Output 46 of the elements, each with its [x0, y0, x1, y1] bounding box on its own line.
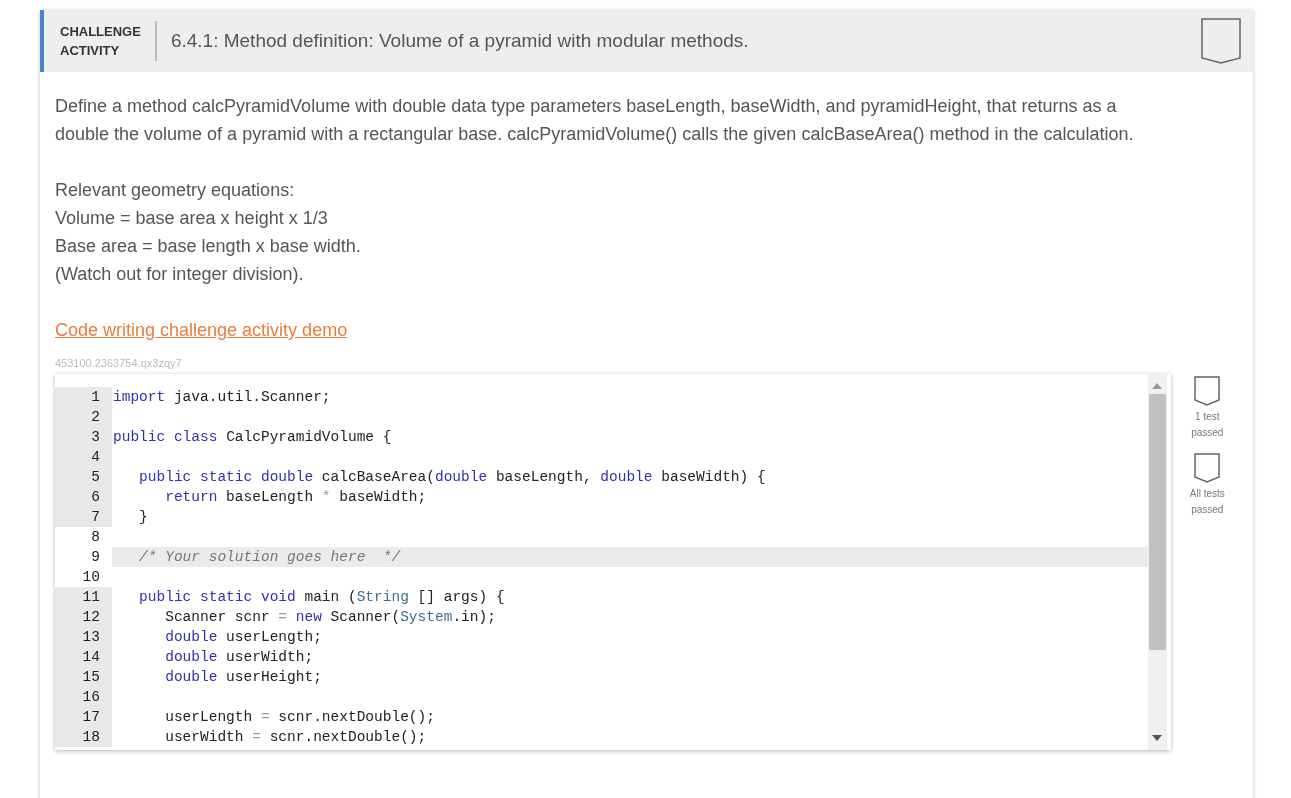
equation-text: Base area = base length x base width.	[55, 235, 362, 258]
line-number: 2	[55, 407, 112, 427]
code-line: public class CalcPyramidVolume {	[112, 428, 393, 447]
code-line: }	[138, 508, 149, 527]
line-number: 4	[55, 447, 112, 467]
code-line: double userLength;	[164, 628, 323, 647]
activity-id: 453100.2363754.qx3zqy7	[55, 356, 183, 370]
line-number: 13	[55, 627, 112, 647]
code-line: Scanner scnr = new Scanner(System.in);	[164, 608, 497, 627]
code-editor[interactable]	[55, 374, 1171, 750]
code-line: public static double calcBaseArea(double baseLength, double baseWidth) {	[138, 468, 767, 487]
line-number: 12	[55, 607, 112, 627]
line-number: 11	[55, 587, 112, 607]
line-number: 6	[55, 487, 112, 507]
scrollbar-thumb[interactable]	[1148, 394, 1166, 650]
line-number: 5	[55, 467, 112, 487]
line-number: 18	[55, 727, 112, 747]
test-status-label: 1 test	[1195, 410, 1220, 424]
demo-link[interactable]: Code writing challenge activity demo	[55, 320, 348, 340]
test-status-label: passed	[1191, 426, 1224, 440]
description-paragraph: Define a method calcPyramidVolume with double data type parameters baseLength, baseWidth, and pyramidHeight, that returns as a double the volume of a pyramid with a rectangular base. calcPyramidVolume() calls the given calcBaseArea() method in the calculation.	[55, 95, 1135, 146]
code-line: userLength = scnr.nextDouble();	[164, 708, 436, 727]
equation-text: Relevant geometry equations:	[55, 179, 296, 202]
scrollbar[interactable]	[1147, 374, 1167, 750]
code-line: public static void main (String [] args) {	[138, 588, 506, 607]
code-line: double userHeight;	[164, 668, 323, 687]
activity-title: 6.4.1: Method definition: Volume of a pyramid with modular methods.	[170, 28, 750, 53]
code-line: double userWidth;	[164, 648, 315, 667]
line-number: 16	[55, 687, 112, 707]
line-number: 15	[55, 667, 112, 687]
equation-text: Volume = base area x height x 1/3	[55, 207, 329, 230]
equation-text: (Watch out for integer division).	[55, 263, 305, 286]
activity-type-label: CHALLENGE	[60, 23, 141, 41]
line-number: 7	[55, 507, 112, 527]
code-line: return baseLength * baseWidth;	[164, 488, 428, 507]
code-line: userWidth = scnr.nextDouble();	[164, 728, 428, 747]
line-number: 14	[55, 647, 112, 667]
activity-type-label: ACTIVITY	[60, 42, 121, 60]
test-status-label: passed	[1191, 503, 1224, 517]
code-line: import java.util.Scanner;	[112, 388, 332, 407]
line-number: 1	[55, 387, 112, 407]
scroll-down-arrow-icon[interactable]	[1152, 735, 1163, 741]
scroll-up-arrow-icon[interactable]	[1152, 383, 1163, 389]
test-status-label: All tests	[1189, 487, 1225, 501]
line-number: 17	[55, 707, 112, 727]
line-number: 3	[55, 427, 112, 447]
